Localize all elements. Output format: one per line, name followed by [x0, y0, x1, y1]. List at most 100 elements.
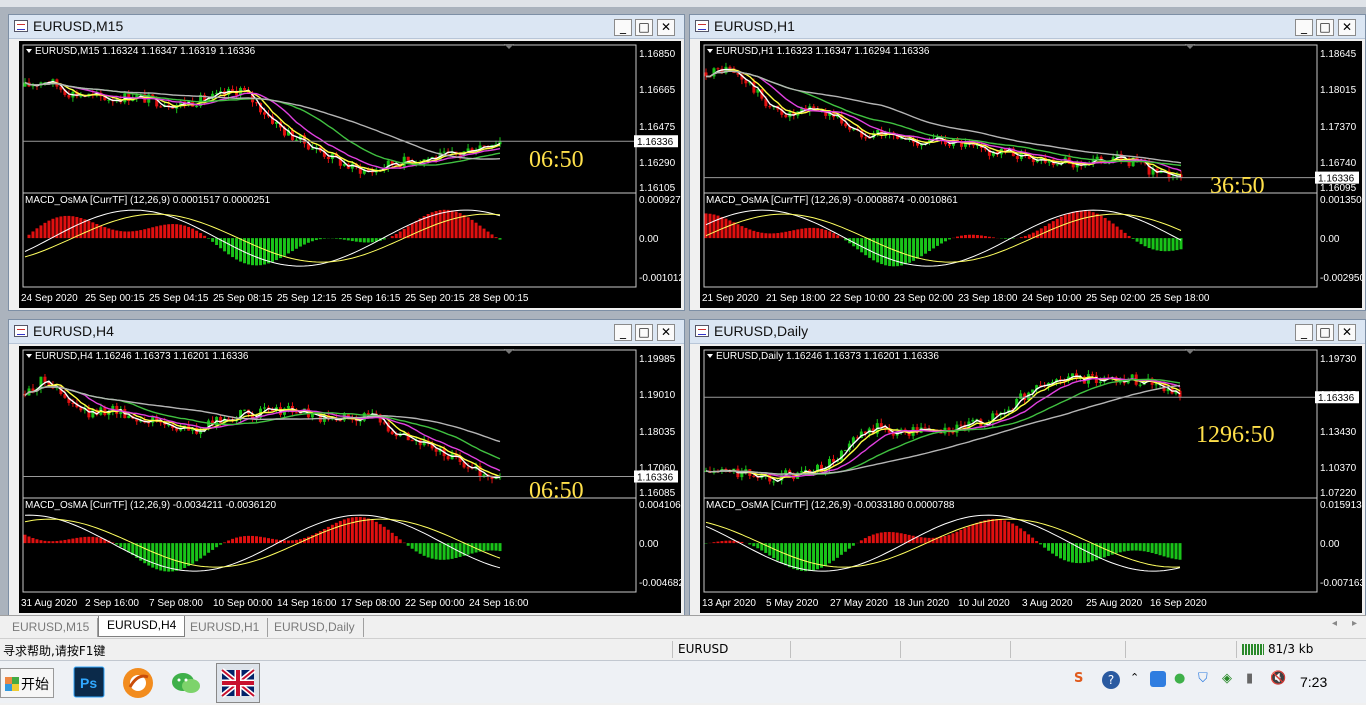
candle-body [467, 467, 470, 468]
tab-eurusd-h1[interactable]: EURUSD,H1 [182, 618, 268, 637]
chart-window-h1[interactable]: EURUSD,H1 _ □ ✕ EURUSD,H1 1.16323 1.1634… [689, 14, 1366, 311]
minimize-button[interactable]: _ [1295, 19, 1313, 36]
chart-menu-arrow-icon[interactable] [26, 49, 32, 53]
maximize-button[interactable]: □ [1316, 19, 1334, 36]
time-axis-label: 22 Sep 10:00 [830, 293, 890, 304]
security-icon[interactable]: ◈ [1222, 671, 1232, 686]
time-axis-label: 21 Sep 18:00 [766, 293, 826, 304]
time-axis-label: 25 Sep 02:00 [1086, 293, 1146, 304]
close-button[interactable]: ✕ [1338, 324, 1356, 341]
candles-group [24, 78, 502, 178]
macd-bar [988, 237, 991, 238]
candle-body [876, 130, 879, 133]
candle-body [784, 115, 787, 117]
time-axis-label: 14 Sep 16:00 [277, 598, 337, 609]
shift-marker-icon[interactable] [504, 44, 514, 49]
connection-bars-icon [1242, 644, 1264, 655]
macd-bar [399, 539, 402, 543]
chart-area[interactable]: EURUSD,H4 1.16246 1.16373 1.16201 1.1633… [19, 346, 681, 613]
macd-header: MACD_OsMA [CurrTF] (12,26,9) -0.0033180 … [706, 500, 955, 511]
window-title: EURUSD,Daily [714, 323, 808, 339]
macd-bar [1076, 211, 1079, 238]
maximize-button[interactable]: □ [1316, 324, 1334, 341]
close-button[interactable]: ✕ [657, 19, 675, 36]
photoshop-icon[interactable]: Ps [72, 665, 108, 701]
price-chart-svg[interactable]: EURUSD,Daily 1.16246 1.16373 1.16201 1.1… [700, 346, 1362, 613]
close-button[interactable]: ✕ [1338, 19, 1356, 36]
chart-window-daily[interactable]: EURUSD,Daily _ □ ✕ EURUSD,Daily 1.16246 … [689, 319, 1366, 616]
start-button[interactable]: 开始 [0, 668, 54, 698]
macd-bar [736, 224, 739, 238]
macd-bar [1168, 238, 1171, 251]
window-titlebar[interactable]: EURUSD,H4 _ □ ✕ [9, 320, 684, 344]
candle-body [1019, 394, 1022, 399]
candles-group [24, 374, 502, 483]
shift-marker-icon[interactable] [1185, 349, 1195, 354]
price-chart-svg[interactable]: EURUSD,M15 1.16324 1.16347 1.16319 1.163… [19, 41, 681, 308]
macd-bar [55, 541, 58, 543]
tray-app-icon[interactable] [1150, 671, 1166, 687]
chevron-up-icon[interactable]: ⌃ [1130, 671, 1139, 684]
macd-bar [705, 213, 708, 238]
tabs-scroll-right-icon[interactable]: ▸ [1352, 618, 1357, 629]
chart-menu-arrow-icon[interactable] [707, 354, 713, 358]
window-titlebar[interactable]: EURUSD,M15 _ □ ✕ [9, 15, 684, 39]
chart-menu-arrow-icon[interactable] [26, 354, 32, 358]
macd-bar [283, 540, 286, 543]
macd-bar [860, 540, 863, 543]
tab-eurusd-daily[interactable]: EURUSD,Daily [266, 618, 364, 637]
minimize-button[interactable]: _ [1295, 324, 1313, 341]
minimize-button[interactable]: _ [614, 19, 632, 36]
macd-bar [99, 538, 102, 543]
chart-window-m15[interactable]: EURUSD,M15 _ □ ✕ EURUSD,M15 1.16324 1.16… [8, 14, 685, 311]
macd-bar [231, 238, 234, 257]
uk-flag-icon[interactable] [216, 663, 260, 703]
macd-bar [1148, 238, 1151, 248]
macd-bar [259, 238, 262, 265]
close-button[interactable]: ✕ [657, 324, 675, 341]
chart-menu-arrow-icon[interactable] [707, 49, 713, 53]
sogou-ime-icon[interactable]: S [1074, 671, 1083, 686]
time-axis-label: 13 Apr 2020 [702, 598, 756, 609]
macd-bar [832, 543, 835, 561]
minimize-button[interactable]: _ [614, 324, 632, 341]
macd-bar [724, 541, 727, 543]
tabs-scroll-left-icon[interactable]: ◂ [1332, 618, 1337, 629]
tab-eurusd-m15[interactable]: EURUSD,M15 [4, 618, 98, 637]
tab-eurusd-h4[interactable]: EURUSD,H4 [98, 616, 185, 637]
macd-bar [355, 517, 358, 543]
price-axis-label: 1.18015 [1320, 85, 1357, 96]
candle-body [79, 96, 82, 97]
chart-area[interactable]: EURUSD,H1 1.16323 1.16347 1.16294 1.1633… [700, 41, 1362, 308]
macd-bar [115, 231, 118, 239]
shift-marker-icon[interactable] [504, 349, 514, 354]
shield-icon[interactable]: ⛉ [1198, 671, 1208, 686]
browser-icon[interactable] [120, 665, 156, 701]
wechat-icon[interactable] [168, 665, 204, 701]
macd-bar [347, 518, 350, 543]
candle-timer: 36:50 [1210, 173, 1265, 199]
taskbar-clock[interactable]: 7:23 [1300, 674, 1327, 690]
window-titlebar[interactable]: EURUSD,H1 _ □ ✕ [690, 15, 1365, 39]
wechat-tray-icon[interactable]: ● [1174, 671, 1185, 686]
macd-bar [836, 543, 839, 558]
price-chart-svg[interactable]: EURUSD,H1 1.16323 1.16347 1.16294 1.1633… [700, 41, 1362, 308]
candles-group [705, 63, 1183, 182]
macd-bar [1175, 543, 1178, 559]
chart-area[interactable]: EURUSD,M15 1.16324 1.16347 1.16319 1.163… [19, 41, 681, 308]
chart-area[interactable]: EURUSD,Daily 1.16246 1.16373 1.16201 1.1… [700, 346, 1362, 613]
network-icon[interactable]: ▮ [1246, 671, 1253, 686]
maximize-button[interactable]: □ [635, 324, 653, 341]
maximize-button[interactable]: □ [635, 19, 653, 36]
macd-bar [1060, 217, 1063, 238]
macd-bar [215, 238, 218, 245]
window-titlebar[interactable]: EURUSD,Daily _ □ ✕ [690, 320, 1365, 344]
price-chart-svg[interactable]: EURUSD,H4 1.16246 1.16373 1.16201 1.1633… [19, 346, 681, 613]
volume-muted-icon[interactable]: 🔇 [1270, 671, 1286, 686]
shift-marker-icon[interactable] [1185, 44, 1195, 49]
chart-window-h4[interactable]: EURUSD,H4 _ □ ✕ EURUSD,H4 1.16246 1.1637… [8, 319, 685, 616]
help-icon[interactable]: ? [1102, 671, 1120, 689]
macd-bar [95, 537, 98, 543]
candle-body [263, 112, 266, 114]
candles-group [705, 370, 1182, 486]
